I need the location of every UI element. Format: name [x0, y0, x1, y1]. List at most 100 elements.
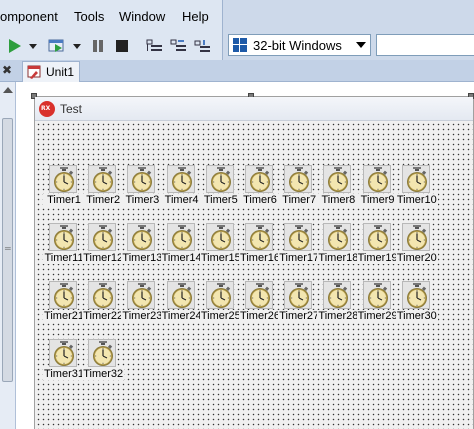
- timer-component-11[interactable]: Timer11: [43, 223, 85, 269]
- timer-component-21[interactable]: Timer21: [43, 281, 85, 327]
- timer-component-29[interactable]: Timer29: [356, 281, 399, 327]
- stopwatch-icon: [362, 223, 391, 251]
- timer-component-14[interactable]: Timer14: [160, 223, 203, 269]
- timer-component-15[interactable]: Timer15: [199, 223, 242, 269]
- run-to-cursor-icon[interactable]: [194, 38, 210, 54]
- menu-tools[interactable]: Tools: [74, 9, 104, 24]
- timer-component-13[interactable]: Timer13: [121, 223, 164, 269]
- timer-label: Timer14: [160, 252, 203, 264]
- timer-component-2[interactable]: Timer2: [82, 165, 125, 211]
- scroll-thumb[interactable]: ═: [2, 118, 13, 382]
- target-platform-select[interactable]: 32-bit Windows: [228, 34, 371, 56]
- stopwatch-icon: [323, 165, 352, 193]
- stopwatch-icon: [205, 165, 234, 193]
- menu-component[interactable]: omponent: [0, 9, 58, 24]
- timer-component-19[interactable]: Timer19: [356, 223, 399, 269]
- timer-component-22[interactable]: Timer22: [82, 281, 125, 327]
- timer-component-4[interactable]: Timer4: [160, 165, 203, 211]
- timer-label: Timer6: [239, 194, 281, 206]
- timer-component-6[interactable]: Timer6: [239, 165, 281, 211]
- timer-label: Timer18: [317, 252, 360, 264]
- stopwatch-icon: [401, 165, 430, 193]
- stopwatch-icon: [401, 223, 430, 251]
- timer-label: Timer10: [395, 194, 438, 206]
- chevron-down-icon[interactable]: [356, 42, 366, 48]
- timer-component-8[interactable]: Timer8: [317, 165, 360, 211]
- run-dropdown-icon[interactable]: [28, 38, 38, 54]
- stopwatch-icon: [166, 223, 195, 251]
- close-icon[interactable]: ✖: [2, 63, 12, 77]
- timer-component-10[interactable]: Timer10: [395, 165, 438, 211]
- app-icon-text: RX: [41, 105, 51, 112]
- timer-label: Timer30: [395, 310, 438, 322]
- pause-icon[interactable]: [90, 38, 106, 54]
- timer-label: Timer3: [121, 194, 164, 206]
- grip-icon: ═: [5, 244, 11, 253]
- form-designer-surface[interactable]: RX Test Timer1 Timer2 Timer3 Timer4 Time…: [16, 82, 474, 429]
- timer-component-1[interactable]: Timer1: [43, 165, 85, 211]
- app-icon: RX: [39, 101, 55, 117]
- timer-component-23[interactable]: Timer23: [121, 281, 164, 327]
- timer-label: Timer1: [43, 194, 85, 206]
- form-client-area[interactable]: Timer1 Timer2 Timer3 Timer4 Timer5 Timer…: [35, 121, 473, 429]
- stopwatch-icon: [205, 223, 234, 251]
- timer-label: Timer26: [239, 310, 281, 322]
- timer-component-24[interactable]: Timer24: [160, 281, 203, 327]
- stopwatch-icon: [127, 223, 156, 251]
- timer-component-27[interactable]: Timer27: [278, 281, 321, 327]
- stopwatch-icon: [323, 223, 352, 251]
- timer-label: Timer22: [82, 310, 125, 322]
- step-over-icon[interactable]: [170, 38, 186, 54]
- toolbar-search-input[interactable]: [376, 34, 474, 56]
- timer-component-3[interactable]: Timer3: [121, 165, 164, 211]
- run-without-debug-icon[interactable]: [48, 38, 64, 54]
- timer-label: Timer24: [160, 310, 203, 322]
- timer-component-16[interactable]: Timer16: [239, 223, 281, 269]
- timer-label: Timer19: [356, 252, 399, 264]
- menu-help[interactable]: Help: [182, 9, 209, 24]
- timer-component-7[interactable]: Timer7: [278, 165, 321, 211]
- stop-icon[interactable]: [114, 38, 130, 54]
- timer-component-5[interactable]: Timer5: [199, 165, 242, 211]
- stopwatch-icon: [88, 165, 117, 193]
- timer-component-12[interactable]: Timer12: [82, 223, 125, 269]
- step-into-icon[interactable]: [146, 38, 162, 54]
- menu-bar: omponent Tools Window Help: [0, 0, 222, 32]
- timer-component-26[interactable]: Timer26: [239, 281, 281, 327]
- run-icon[interactable]: [6, 38, 22, 54]
- stopwatch-icon: [49, 165, 77, 193]
- form-caption: Test: [60, 102, 83, 116]
- timer-component-9[interactable]: Timer9: [356, 165, 399, 211]
- stopwatch-icon: [284, 223, 313, 251]
- run-without-debug-dropdown-icon[interactable]: [72, 38, 82, 54]
- scroll-up-icon[interactable]: [3, 87, 13, 93]
- timer-component-32[interactable]: Timer32: [82, 339, 125, 385]
- form-title-bar: RX Test: [35, 97, 473, 121]
- form-test[interactable]: RX Test Timer1 Timer2 Timer3 Timer4 Time…: [31, 93, 474, 429]
- stopwatch-icon: [166, 281, 195, 309]
- timer-component-17[interactable]: Timer17: [278, 223, 321, 269]
- timer-label: Timer7: [278, 194, 321, 206]
- timer-label: Timer5: [199, 194, 242, 206]
- left-panel-scrollbar[interactable]: ═: [0, 82, 16, 429]
- timer-component-25[interactable]: Timer25: [199, 281, 242, 327]
- timer-label: Timer4: [160, 194, 203, 206]
- timer-label: Timer11: [43, 252, 85, 264]
- timer-component-20[interactable]: Timer20: [395, 223, 438, 269]
- timer-label: Timer21: [43, 310, 85, 322]
- timer-component-28[interactable]: Timer28: [317, 281, 360, 327]
- timer-label: Timer2: [82, 194, 125, 206]
- timer-label: Timer25: [199, 310, 242, 322]
- timer-component-31[interactable]: Timer31: [43, 339, 85, 385]
- timer-label: Timer13: [121, 252, 164, 264]
- stopwatch-icon: [323, 281, 352, 309]
- timer-component-30[interactable]: Timer30: [395, 281, 438, 327]
- timer-component-18[interactable]: Timer18: [317, 223, 360, 269]
- menu-window[interactable]: Window: [119, 9, 165, 24]
- stopwatch-icon: [127, 281, 156, 309]
- timer-label: Timer15: [199, 252, 242, 264]
- tab-unit1[interactable]: Unit1: [22, 61, 80, 82]
- stopwatch-icon: [245, 223, 273, 251]
- timer-label: Timer12: [82, 252, 125, 264]
- timer-label: Timer8: [317, 194, 360, 206]
